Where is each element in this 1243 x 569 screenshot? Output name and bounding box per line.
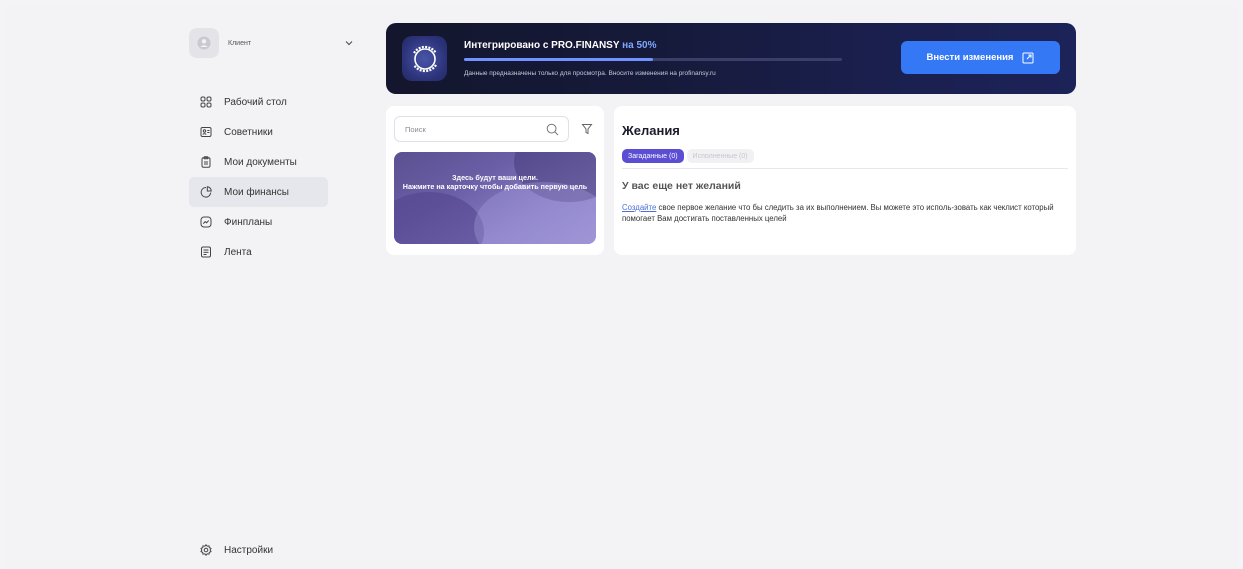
banner-percent-prefix: на: [622, 40, 634, 51]
sidebar-item-label: Мои документы: [224, 156, 297, 168]
profinansy-logo-icon: [402, 36, 447, 81]
clipboard-icon: [199, 155, 213, 169]
filter-button[interactable]: [574, 116, 600, 142]
banner-percent: на 50%: [622, 40, 656, 51]
search-input[interactable]: Поиск: [394, 116, 569, 142]
search-icon[interactable]: [546, 123, 559, 136]
integration-progress-fill: [464, 58, 653, 61]
tab-wished[interactable]: Загаданные (0): [622, 149, 684, 163]
make-changes-label: Внести изменения: [926, 52, 1014, 63]
pie-chart-icon: [199, 185, 213, 199]
id-card-icon: [199, 125, 213, 139]
user-role-label: Клиент: [228, 39, 252, 47]
sidebar-item-advisors[interactable]: Советники: [189, 117, 329, 147]
chevron-down-icon[interactable]: [342, 36, 356, 50]
settings-button[interactable]: Настройки: [199, 543, 273, 557]
tab-fulfilled[interactable]: Исполненные (0): [686, 149, 754, 163]
sidebar-item-label: Мои финансы: [224, 186, 289, 198]
sidebar: Клиент Рабочий стол Советники Мои докуме…: [189, 27, 353, 567]
filter-icon: [581, 124, 593, 135]
external-link-icon: [1022, 52, 1034, 64]
banner-percent-value: 50%: [636, 40, 657, 51]
sidebar-item-feed[interactable]: Лента: [189, 237, 329, 267]
sidebar-item-finplans[interactable]: Финпланы: [189, 207, 329, 237]
sidebar-item-finances[interactable]: Мои финансы: [189, 177, 328, 207]
chart-line-icon: [199, 215, 213, 229]
sidebar-item-label: Советники: [224, 126, 273, 138]
sidebar-item-label: Финпланы: [224, 216, 273, 228]
empty-state-description: Создайте свое первое желание что бы след…: [622, 202, 1072, 225]
sidebar-nav: Рабочий стол Советники Мои документы Мои…: [189, 87, 329, 267]
make-changes-button[interactable]: Внести изменения: [901, 41, 1060, 74]
search-placeholder: Поиск: [405, 124, 426, 134]
sidebar-item-documents[interactable]: Мои документы: [189, 147, 329, 177]
dashboard-icon: [199, 95, 213, 109]
add-goal-card[interactable]: Здесь будут ваши цели. Нажмите на карточк…: [394, 152, 596, 244]
sidebar-item-label: Рабочий стол: [224, 96, 287, 108]
wishes-panel: Желания Загаданные (0) Исполненные (0) У…: [614, 106, 1076, 255]
banner-title-text: Интегрировано с PRO.FINANSY: [464, 40, 620, 51]
settings-label: Настройки: [224, 544, 274, 556]
sidebar-item-label: Лента: [224, 246, 252, 258]
card-decoration: [394, 192, 484, 244]
wishes-tabs: Загаданные (0) Исполненные (0): [622, 149, 757, 163]
user-dropdown[interactable]: Клиент: [189, 27, 359, 59]
wishes-title: Желания: [622, 123, 680, 138]
integration-banner: Интегрировано с PRO.FINANSY на 50% Данны…: [386, 23, 1076, 94]
banner-title: Интегрировано с PRO.FINANSY на 50%: [464, 40, 657, 51]
goals-panel: Поиск Здесь будут ваши цели. Нажмите на к…: [386, 106, 604, 255]
avatar: [189, 28, 219, 58]
create-wish-link[interactable]: Создайте: [622, 203, 656, 212]
divider: [622, 168, 1068, 169]
gear-icon: [199, 543, 213, 557]
goal-card-text-line: Нажмите на карточку чтобы добавить перву…: [402, 181, 588, 191]
add-goal-card-text: Здесь будут ваши цели. Нажмите на карточк…: [394, 173, 596, 191]
integration-progress-bar: [464, 58, 842, 61]
empty-state-text: свое первое желание что бы следить за их…: [622, 203, 1054, 224]
card-decoration: [474, 182, 596, 244]
empty-state-title: У вас еще нет желаний: [622, 180, 741, 192]
sidebar-item-dashboard[interactable]: Рабочий стол: [189, 87, 329, 117]
news-feed-icon: [199, 245, 213, 259]
user-icon: [197, 36, 211, 50]
banner-note: Данные предназначены только для просмотр…: [464, 70, 716, 77]
